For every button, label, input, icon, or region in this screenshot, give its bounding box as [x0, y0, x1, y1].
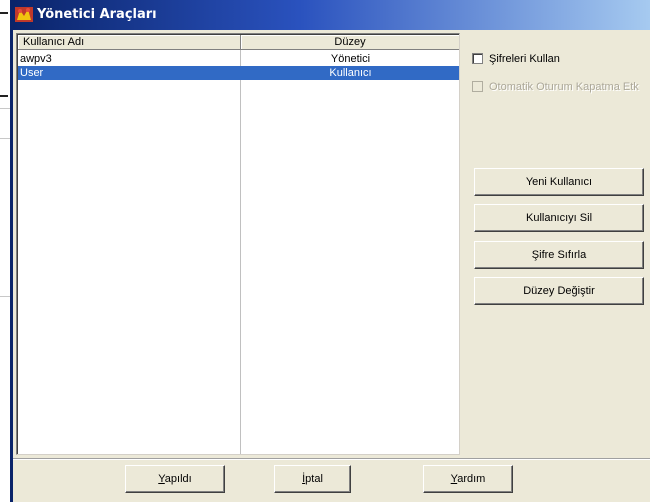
- row-level: Yönetici: [330, 53, 371, 65]
- auto-logout-checkbox: [472, 81, 483, 92]
- column-header-username[interactable]: Kullanıcı Adı: [18, 35, 241, 50]
- help-label: ardım: [457, 473, 486, 485]
- change-level-button[interactable]: Düzey Değiştir: [474, 277, 644, 305]
- app-icon: [15, 7, 33, 22]
- background-window-mark: [0, 95, 8, 97]
- auto-logout-label: Otomatik Oturum Kapatma Etk: [489, 81, 639, 93]
- use-passwords-label: Şifreleri Kullan: [489, 53, 560, 65]
- done-button[interactable]: Yapıldı: [125, 465, 225, 493]
- column-header-level[interactable]: Düzey: [241, 35, 459, 50]
- background-window-mark: [0, 12, 8, 14]
- window-title: Yönetici Araçları: [37, 7, 157, 22]
- help-button[interactable]: Yardım: [423, 465, 513, 493]
- column-divider: [240, 50, 241, 454]
- row-username: User: [20, 67, 44, 79]
- use-passwords-checkbox[interactable]: [472, 53, 483, 64]
- delete-user-button[interactable]: Kullanıcıyı Sil: [474, 204, 644, 232]
- table-row-selected[interactable]: User Kullanıcı: [18, 66, 459, 80]
- cancel-label: ptal: [305, 473, 323, 485]
- row-level: Kullanıcı: [329, 67, 372, 79]
- cancel-button[interactable]: İptal: [274, 465, 351, 493]
- admin-tools-dialog: Yönetici Araçları Kullanıcı Adı Düzey aw…: [10, 0, 650, 502]
- reset-password-button[interactable]: Şifre Sıfırla: [474, 241, 644, 269]
- user-list[interactable]: Kullanıcı Adı Düzey awpv3 Yönetici User …: [16, 33, 460, 455]
- table-row[interactable]: awpv3 Yönetici: [18, 52, 459, 66]
- new-user-button[interactable]: Yeni Kullanıcı: [474, 168, 644, 196]
- row-username: awpv3: [20, 53, 52, 65]
- user-list-header: Kullanıcı Adı Düzey: [18, 35, 459, 50]
- done-label: apıldı: [164, 473, 192, 485]
- footer-divider: [13, 458, 650, 460]
- title-bar[interactable]: Yönetici Araçları: [13, 0, 650, 30]
